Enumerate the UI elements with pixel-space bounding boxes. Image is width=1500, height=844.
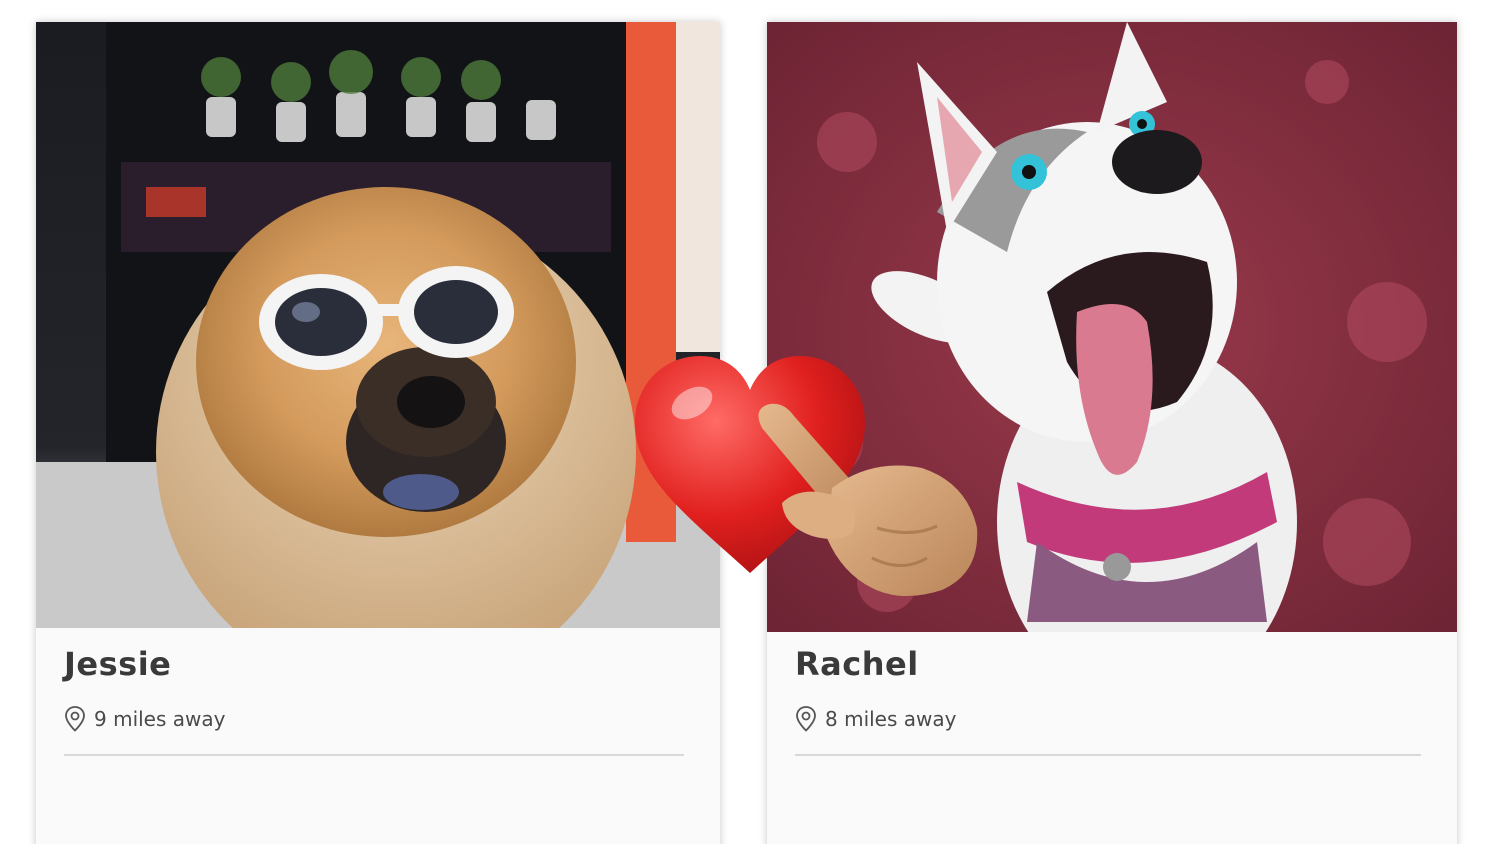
divider: [795, 754, 1421, 756]
profile-name: Jessie: [64, 645, 172, 683]
location-pin-icon: [65, 706, 85, 732]
pointing-hand-icon: [758, 403, 978, 597]
profile-photo-jessie[interactable]: [36, 22, 720, 628]
location-pin-icon: [796, 706, 816, 732]
profile-card-jessie[interactable]: Jessie 9 miles away: [36, 22, 720, 844]
profile-info-jessie: Jessie 9 miles away: [64, 644, 684, 756]
profile-name: Rachel: [795, 645, 919, 683]
profile-info-rachel: Rachel 8 miles away: [795, 644, 1421, 756]
distance-row: 8 miles away: [795, 706, 1421, 732]
distance-text: 9 miles away: [94, 707, 226, 731]
divider: [64, 754, 684, 756]
distance-row: 9 miles away: [64, 706, 684, 732]
dog-photo-sunglasses-icon: [36, 22, 720, 628]
distance-text: 8 miles away: [825, 707, 957, 731]
match-screen: Jessie 9 miles away Rachel 8 miles away: [0, 0, 1500, 844]
